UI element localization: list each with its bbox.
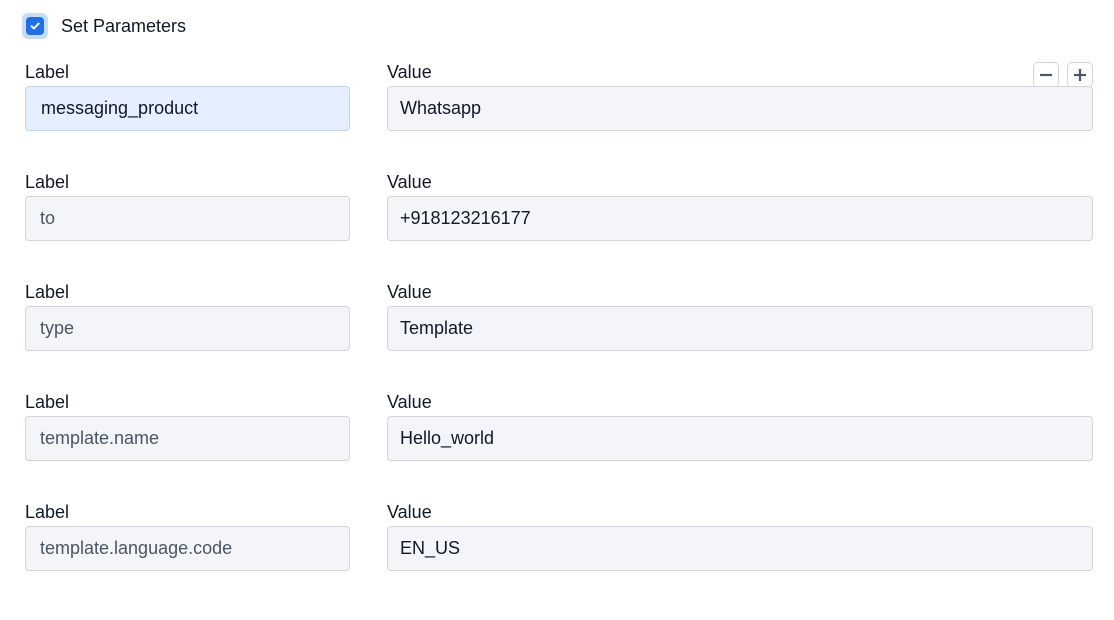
checkmark-icon xyxy=(26,17,44,35)
set-parameters-label: Set Parameters xyxy=(61,15,187,36)
minus-icon xyxy=(1040,73,1052,77)
value-heading: Value xyxy=(387,392,432,412)
value-input[interactable]: Hello_world xyxy=(387,416,1093,461)
label-input[interactable]: to xyxy=(25,196,350,241)
label-heading: Label xyxy=(25,172,70,192)
label-input[interactable]: type xyxy=(25,306,350,351)
label-heading: Label xyxy=(25,282,70,302)
label-input[interactable]: messaging_product xyxy=(25,86,350,131)
parameter-row: Label Value template.language.code EN_US xyxy=(0,502,1114,612)
label-heading: Label xyxy=(25,62,70,82)
value-heading: Value xyxy=(387,282,432,302)
label-input[interactable]: template.language.code xyxy=(25,526,350,571)
parameter-row: Label Value to +918123216177 xyxy=(0,172,1114,282)
value-heading: Value xyxy=(387,502,432,522)
value-input[interactable]: +918123216177 xyxy=(387,196,1093,241)
label-heading: Label xyxy=(25,502,70,522)
parameter-row: Label Value messaging_product Whatsapp xyxy=(0,62,1114,172)
row-controls xyxy=(1033,62,1093,88)
value-input[interactable]: Template xyxy=(387,306,1093,351)
add-row-button[interactable] xyxy=(1067,62,1093,88)
plus-icon xyxy=(1074,69,1086,81)
parameter-row: Label Value template.name Hello_world xyxy=(0,392,1114,502)
remove-row-button[interactable] xyxy=(1033,62,1059,88)
value-input[interactable]: EN_US xyxy=(387,526,1093,571)
label-heading: Label xyxy=(25,392,70,412)
value-heading: Value xyxy=(387,172,432,192)
value-input[interactable]: Whatsapp xyxy=(387,86,1093,131)
set-parameters-checkbox[interactable] xyxy=(22,13,48,39)
parameter-row: Label Value type Template xyxy=(0,282,1114,392)
label-input[interactable]: template.name xyxy=(25,416,350,461)
value-heading: Value xyxy=(387,62,432,82)
set-parameters-header: Set Parameters xyxy=(22,12,186,40)
